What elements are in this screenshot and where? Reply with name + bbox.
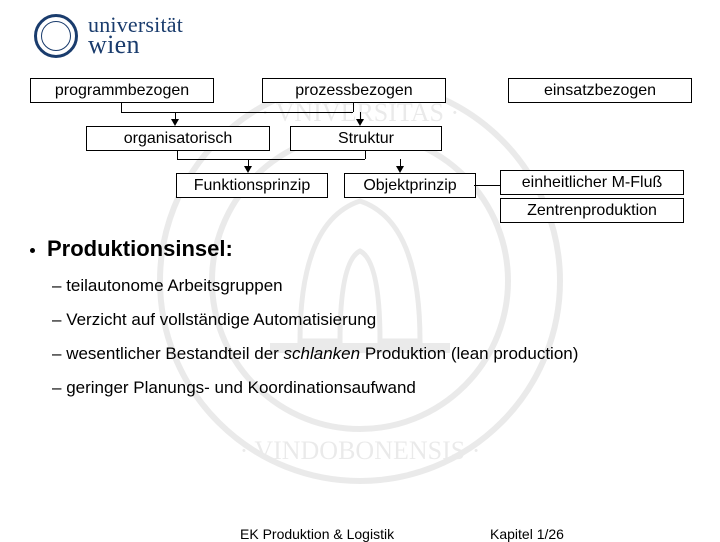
- bullet-icon: [30, 248, 35, 253]
- heading-text: Produktionsinsel:: [47, 236, 233, 261]
- list-item: wesentlicher Bestandteil der schlanken P…: [52, 344, 680, 364]
- bullet-list: teilautonome Arbeitsgruppen Verzicht auf…: [30, 276, 680, 398]
- box-objektprinzip: Objektprinzip: [344, 173, 476, 198]
- svg-text:· VINDOBONENSIS ·: · VINDOBONENSIS ·: [240, 436, 481, 465]
- classification-diagram: programmbezogen prozessbezogen einsatzbe…: [30, 78, 690, 223]
- box-einheitlicher-mfluss: einheitlicher M-Fluß: [500, 170, 684, 195]
- connector: [177, 150, 178, 159]
- connector: [121, 112, 353, 113]
- university-logo: universität wien: [34, 14, 183, 58]
- connector: [365, 150, 366, 159]
- main-content: Produktionsinsel: teilautonome Arbeitsgr…: [30, 236, 680, 412]
- box-struktur: Struktur: [290, 126, 442, 151]
- logo-seal-icon: [34, 14, 78, 58]
- list-item-em: schlanken: [284, 344, 361, 363]
- arrow-down-icon: [171, 119, 179, 126]
- connector: [474, 185, 500, 186]
- box-zentrenproduktion: Zentrenproduktion: [500, 198, 684, 223]
- connector: [121, 102, 122, 112]
- list-item: Verzicht auf vollständige Automatisierun…: [52, 310, 680, 330]
- logo-wordmark: universität wien: [88, 15, 183, 56]
- arrow-down-icon: [396, 166, 404, 173]
- list-item: teilautonome Arbeitsgruppen: [52, 276, 680, 296]
- box-prozessbezogen: prozessbezogen: [262, 78, 446, 103]
- box-einsatzbezogen: einsatzbezogen: [508, 78, 692, 103]
- heading-produktionsinsel: Produktionsinsel:: [30, 236, 680, 262]
- connector: [353, 102, 354, 112]
- arrow-down-icon: [244, 166, 252, 173]
- box-organisatorisch: organisatorisch: [86, 126, 270, 151]
- connector: [177, 159, 365, 160]
- list-item-text: Produktion (lean production): [360, 344, 578, 363]
- list-item: geringer Planungs- und Koordinationsaufw…: [52, 378, 680, 398]
- box-funktionsprinzip: Funktionsprinzip: [176, 173, 328, 198]
- arrow-down-icon: [356, 119, 364, 126]
- box-programmbezogen: programmbezogen: [30, 78, 214, 103]
- list-item-text: wesentlicher Bestandteil der: [66, 344, 283, 363]
